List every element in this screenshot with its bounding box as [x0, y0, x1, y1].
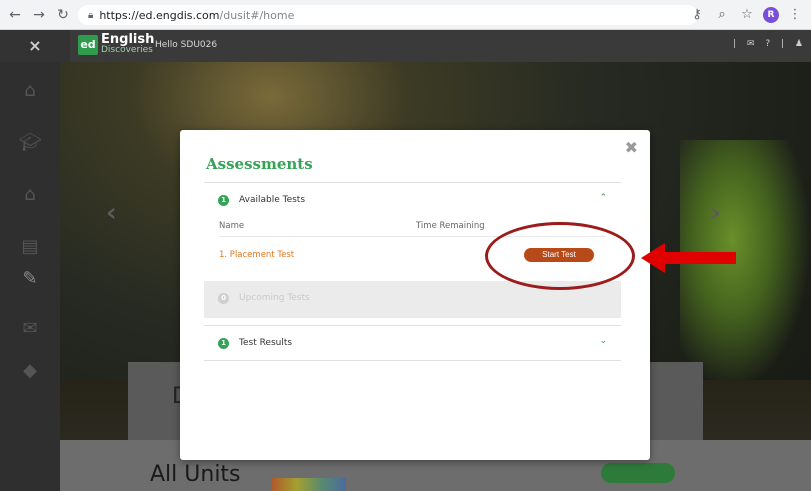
all-units-heading: All Units	[150, 462, 241, 487]
chevron-down-icon[interactable]: ⌄	[599, 336, 607, 346]
units-pill-button[interactable]	[601, 463, 675, 483]
address-bar[interactable]: 🔒︎ https://ed.engdis.com/dusit#/home	[78, 5, 698, 25]
modal-title: Assessments	[206, 155, 313, 173]
test-results-section: 1 Test Results ⌄	[204, 325, 621, 361]
greeting-text: Hello SDU026	[155, 40, 218, 50]
star-icon[interactable]: ☆	[738, 6, 756, 24]
upcoming-count-badge: 0	[218, 292, 229, 304]
profile-avatar[interactable]: R	[763, 7, 779, 23]
institution-icon[interactable]: ⌂	[0, 168, 60, 220]
browser-toolbar: ← → ↻ 🔒︎ https://ed.engdis.com/dusit#/ho…	[0, 0, 811, 30]
assessments-icon[interactable]: ✎	[0, 252, 60, 304]
results-count-badge: 1	[218, 337, 229, 349]
logo-discoveries-text: Discoveries	[101, 45, 153, 55]
logo-english-text: English	[101, 32, 155, 47]
column-name: Name	[219, 221, 245, 231]
app-header: × ed English Discoveries Hello SDU026 | …	[0, 30, 811, 62]
forward-arrow-icon[interactable]: →	[30, 6, 48, 24]
highlight-ellipse	[485, 222, 635, 290]
reload-icon[interactable]: ↻	[54, 6, 72, 24]
home-icon[interactable]: ⌂	[0, 64, 60, 116]
test-results-label: Test Results	[239, 338, 293, 348]
column-time-remaining: Time Remaining	[416, 221, 485, 231]
units-color-strip	[272, 478, 346, 491]
sidebar: ⌂ 🎓︎ ⌂ ▤ ✎ ✉ ◆	[0, 62, 60, 491]
modal-close-icon[interactable]: ✖	[625, 138, 638, 157]
available-tests-header[interactable]: 1 Available Tests ⌃	[204, 183, 621, 217]
logo-mark: ed	[78, 35, 98, 55]
close-icon[interactable]: ×	[0, 30, 70, 62]
menu-dots-icon[interactable]: ⋮	[786, 6, 804, 24]
header-tools[interactable]: | ✉ ? | ♟	[733, 39, 807, 49]
key-icon[interactable]: ⚷	[688, 6, 706, 24]
url-path: /dusit#/home	[219, 8, 295, 22]
english-discoveries-logo[interactable]: ed English Discoveries	[78, 32, 155, 56]
chevron-up-icon[interactable]: ⌃	[599, 193, 607, 203]
test-name[interactable]: 1. Placement Test	[219, 250, 294, 260]
available-count-badge: 1	[218, 194, 229, 206]
upcoming-tests-label: Upcoming Tests	[239, 293, 310, 303]
available-tests-label: Available Tests	[239, 195, 306, 205]
carousel-left-icon[interactable]: ‹	[106, 198, 117, 228]
community-icon[interactable]: ◆	[0, 344, 60, 396]
zoom-icon[interactable]: ⌕	[713, 6, 731, 24]
assessments-modal: ✖ Assessments 1 Available Tests ⌃ Name T…	[180, 130, 650, 460]
back-arrow-icon[interactable]: ←	[6, 6, 24, 24]
test-results-header[interactable]: 1 Test Results ⌄	[204, 326, 621, 360]
graduation-cap-icon[interactable]: 🎓︎	[0, 116, 60, 168]
red-arrow-icon	[641, 243, 736, 273]
lock-icon: 🔒︎	[88, 9, 94, 21]
url-host: https://ed.engdis.com	[99, 8, 220, 22]
carousel-right-icon[interactable]: ›	[710, 198, 721, 228]
